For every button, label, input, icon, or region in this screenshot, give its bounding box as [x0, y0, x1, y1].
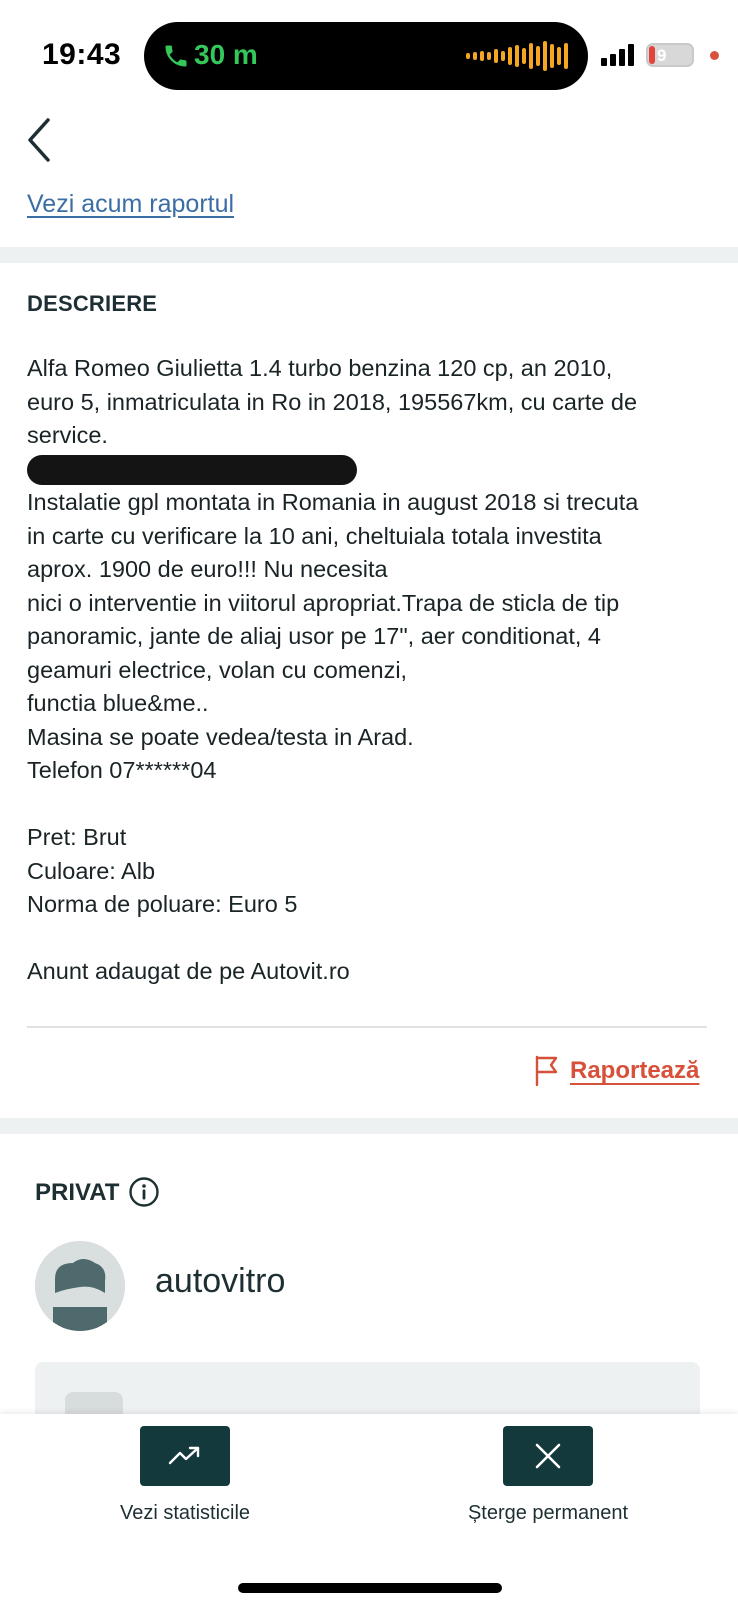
description-heading: DESCRIERE [27, 291, 158, 316]
description-line: euro 5, inmatriculata in Ro in 2018, 195… [27, 388, 638, 415]
description-line: Alfa Romeo Giulietta 1.4 turbo benzina 1… [27, 355, 613, 381]
dynamic-island[interactable]: 30 m [144, 22, 588, 90]
home-indicator[interactable] [238, 1583, 502, 1593]
report-label: Raportează [570, 1057, 700, 1084]
description-body: Alfa Romeo Giulietta 1.4 turbo benzina 1… [27, 352, 717, 989]
statistics-button-bg [140, 1426, 230, 1486]
spec-line: Culoare: Alb [27, 857, 156, 884]
description-line: Telefon 07******04 [27, 757, 217, 783]
spec-line: Pret: Brut [27, 824, 127, 850]
description-divider [27, 1026, 707, 1028]
seller-name: autovitro [155, 1262, 286, 1300]
delete-permanent-button[interactable]: Șterge permanent [448, 1426, 648, 1525]
seller-type: PRIVAT [35, 1179, 120, 1206]
description-line: service. [27, 422, 108, 448]
view-report-link[interactable]: Vezi acum raportul [27, 190, 234, 219]
statistics-label: Vezi statisticile [119, 1502, 251, 1524]
battery-icon: 9 [646, 43, 694, 67]
bottom-action-bar: Vezi statisticile Șterge permanent [0, 1414, 738, 1600]
report-button[interactable]: Raportează [534, 1055, 699, 1087]
description-line: functia blue&me.. [27, 690, 209, 716]
flag-icon [535, 1055, 558, 1087]
description-line: aprox. 1900 de euro!!! Nu necesita [27, 556, 388, 582]
description-line: nici o interventie in viitorul apropriat… [27, 589, 620, 616]
delete-label: Șterge permanent [467, 1502, 629, 1524]
call-duration: 30 m [194, 39, 258, 70]
spec-line: Norma de poluare: Euro 5 [27, 891, 298, 917]
description-line: geamuri electrice, volan cu comenzi, [27, 656, 408, 683]
recording-indicator-icon [710, 51, 719, 60]
back-button[interactable] [22, 114, 62, 166]
description-line: Masina se poate vedea/testa in Arad. [27, 723, 414, 750]
battery-level [649, 46, 655, 64]
cellular-signal-icon [601, 44, 637, 66]
description-line: Instalatie gpl montata in Romania in aug… [27, 489, 639, 515]
redaction-mark [27, 455, 357, 486]
status-time: 19:43 [42, 38, 122, 71]
description-line: panoramic, jante de aliaj usor pe 17", a… [27, 623, 602, 649]
description-line: in carte cu verificare la 10 ani, cheltu… [27, 522, 602, 549]
close-icon [535, 1443, 561, 1469]
avatar [35, 1241, 125, 1331]
delete-button-bg [503, 1426, 593, 1486]
view-statistics-button[interactable]: Vezi statisticile [110, 1426, 260, 1525]
trending-up-icon [168, 1446, 200, 1465]
section-divider [0, 247, 738, 263]
info-icon[interactable] [128, 1176, 160, 1208]
listing-source: Anunt adaugat de pe Autovit.ro [27, 958, 350, 984]
status-bar: 19:43 30 m 9 [0, 0, 738, 110]
phone-icon [165, 45, 187, 67]
user-placeholder-icon [35, 1241, 125, 1331]
audio-waveform-icon [466, 40, 568, 72]
redacted-line [27, 453, 717, 487]
section-divider [0, 1118, 738, 1134]
battery-percent: 9 [657, 46, 667, 65]
